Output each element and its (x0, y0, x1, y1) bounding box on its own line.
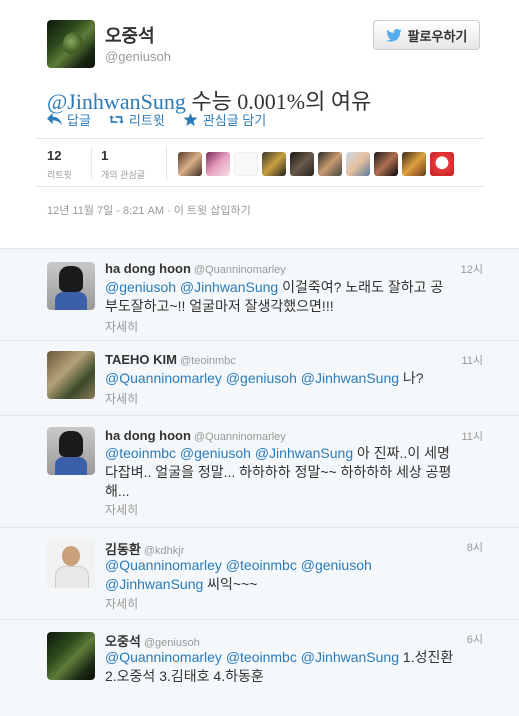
tweet-timestamp[interactable]: 12년 11월 7일 - 8:21 AM · 이 트윗 삽입하기 (47, 202, 251, 218)
follow-button[interactable]: 팔로우하기 (373, 20, 480, 50)
retweet-count: 12 (47, 148, 62, 163)
reply-text-line: 이걸죽여? 노래도 잘하고 공 (278, 279, 444, 295)
reply-time[interactable]: 6시 (467, 631, 483, 647)
favoriter-avatar[interactable] (262, 152, 286, 176)
reply-author[interactable]: TAEHO KIM @teoinmbc (105, 352, 236, 367)
reply-text: @teoinmbc @geniusoh @JinhwanSung 아 진짜..이… (105, 444, 485, 501)
reply-author-name: 김동환 (105, 542, 141, 557)
mention-link[interactable]: @geniusoh @JinhwanSung (105, 279, 278, 295)
reply-author-name: TAEHO KIM (105, 352, 177, 367)
reply-button[interactable]: 답글 (47, 110, 91, 129)
retweet-icon (108, 115, 124, 124)
reply-author-name: ha dong hoon (105, 261, 191, 276)
reply-time[interactable]: 12시 (461, 261, 483, 277)
favoriter-avatar[interactable] (234, 152, 258, 176)
reply-label: 답글 (67, 113, 91, 128)
reply-text-line: 씨익~~~ (203, 576, 258, 592)
favoriter-avatar[interactable] (402, 152, 426, 176)
twitter-bird-icon (385, 28, 402, 42)
reply-tweet[interactable]: 김동환 @kdhkjr 8시 @Quanninomarley @teoinmbc … (0, 527, 519, 619)
reply-text: @Quanninomarley @teoinmbc @JinhwanSung 1… (105, 648, 485, 686)
follow-label: 팔로우하기 (407, 28, 468, 44)
details-link[interactable]: 자세히 (105, 390, 138, 407)
favoriter-avatar[interactable] (290, 152, 314, 176)
avatar[interactable] (47, 632, 95, 680)
details-link[interactable]: 자세히 (105, 318, 138, 335)
main-tweet: 오중석 @geniusoh 팔로우하기 @JinhwanSung 수능 0.00… (0, 0, 519, 248)
mention-link[interactable]: @teoinmbc @geniusoh @JinhwanSung (105, 445, 353, 461)
reply-text: @geniusoh @JinhwanSung 이걸죽여? 노래도 잘하고 공 부… (105, 278, 485, 316)
reply-tweet[interactable]: TAEHO KIM @teoinmbc 11시 @Quanninomarley @… (0, 340, 519, 415)
reply-time[interactable]: 11시 (461, 352, 483, 368)
details-link[interactable]: 자세히 (105, 595, 138, 612)
reply-time[interactable]: 11시 (461, 428, 483, 444)
reply-text-line: 2.오중석 3.김태호 4.하동훈 (105, 668, 264, 684)
mention-link[interactable]: @JinhwanSung (105, 576, 203, 592)
divider (36, 186, 484, 187)
details-link[interactable]: 자세히 (105, 501, 138, 518)
retweet-button[interactable]: 리트윗 (108, 110, 165, 129)
reply-author-handle: @teoinmbc (179, 355, 236, 367)
favoriter-avatar[interactable] (206, 152, 230, 176)
reply-author[interactable]: ha dong hoon @Quanninomarley (105, 428, 286, 443)
avatar[interactable] (47, 262, 95, 310)
tweet-actions: 답글 리트윗 관심글 담기 (47, 110, 266, 129)
reply-text-line: 나? (399, 370, 424, 386)
favoriter-avatar[interactable] (346, 152, 370, 176)
mention-link[interactable]: @Quanninomarley @teoinmbc @JinhwanSung (105, 649, 399, 665)
author-name[interactable]: 오중석 (105, 22, 155, 48)
reply-tweet[interactable]: ha dong hoon @Quanninomarley 11시 @teoinmb… (0, 415, 519, 527)
reply-tweet[interactable]: ha dong hoon @Quanninomarley 12시 @geniuso… (0, 248, 519, 340)
reply-text: @Quanninomarley @teoinmbc @geniusoh @Jin… (105, 556, 485, 594)
reply-tweet[interactable]: 오중석 @geniusoh 6시 @Quanninomarley @teoinmb… (0, 619, 519, 716)
reply-text-line: 1.성진환 (399, 649, 454, 665)
author-handle[interactable]: @geniusoh (105, 49, 171, 64)
retweet-label: 리트윗 (128, 113, 165, 128)
favorite-count-label: 개의 관심글 (101, 170, 145, 180)
favorite-stat[interactable]: 1 개의 관심글 (101, 148, 145, 181)
favorite-count: 1 (101, 148, 109, 163)
reply-text-line: 아 진짜..이 세명 (353, 445, 450, 461)
reply-icon (47, 113, 62, 126)
divider (166, 146, 167, 180)
divider (91, 146, 92, 180)
avatar[interactable] (47, 427, 95, 475)
reply-text-line: 해... (105, 483, 130, 499)
favorite-label: 관심글 담기 (202, 113, 267, 128)
reply-text: @Quanninomarley @geniusoh @JinhwanSung 나… (105, 369, 485, 388)
favoriter-avatar[interactable] (374, 152, 398, 176)
reply-author-name: 오중석 (105, 634, 141, 649)
reply-text-line: 부도잘하고~!! 얼굴마저 잘생각했으면!!! (105, 298, 334, 314)
reply-text-line: 다잡벼.. 얼굴을 정말... 하하하하 정말~~ 하하하하 세상 공평 (105, 464, 452, 480)
retweet-stat[interactable]: 12 리트윗 (47, 148, 72, 181)
avatar[interactable] (47, 20, 95, 68)
star-icon (183, 113, 198, 126)
reply-author-handle: @Quanninomarley (193, 431, 286, 443)
reply-time[interactable]: 8시 (467, 539, 483, 555)
mention-link[interactable]: @Quanninomarley @teoinmbc @geniusoh (105, 557, 372, 573)
reply-author[interactable]: ha dong hoon @Quanninomarley (105, 261, 286, 276)
divider (36, 138, 484, 139)
favoriter-avatar[interactable] (178, 152, 202, 176)
avatar[interactable] (47, 540, 95, 588)
favoriter-avatar[interactable] (430, 152, 454, 176)
mention-link[interactable]: @Quanninomarley @geniusoh @JinhwanSung (105, 370, 399, 386)
reply-author-handle: @Quanninomarley (193, 264, 286, 276)
favoriter-avatars (178, 152, 454, 176)
retweet-count-label: 리트윗 (47, 170, 72, 180)
favorite-button[interactable]: 관심글 담기 (183, 110, 266, 129)
reply-author-name: ha dong hoon (105, 428, 191, 443)
avatar[interactable] (47, 351, 95, 399)
favoriter-avatar[interactable] (318, 152, 342, 176)
